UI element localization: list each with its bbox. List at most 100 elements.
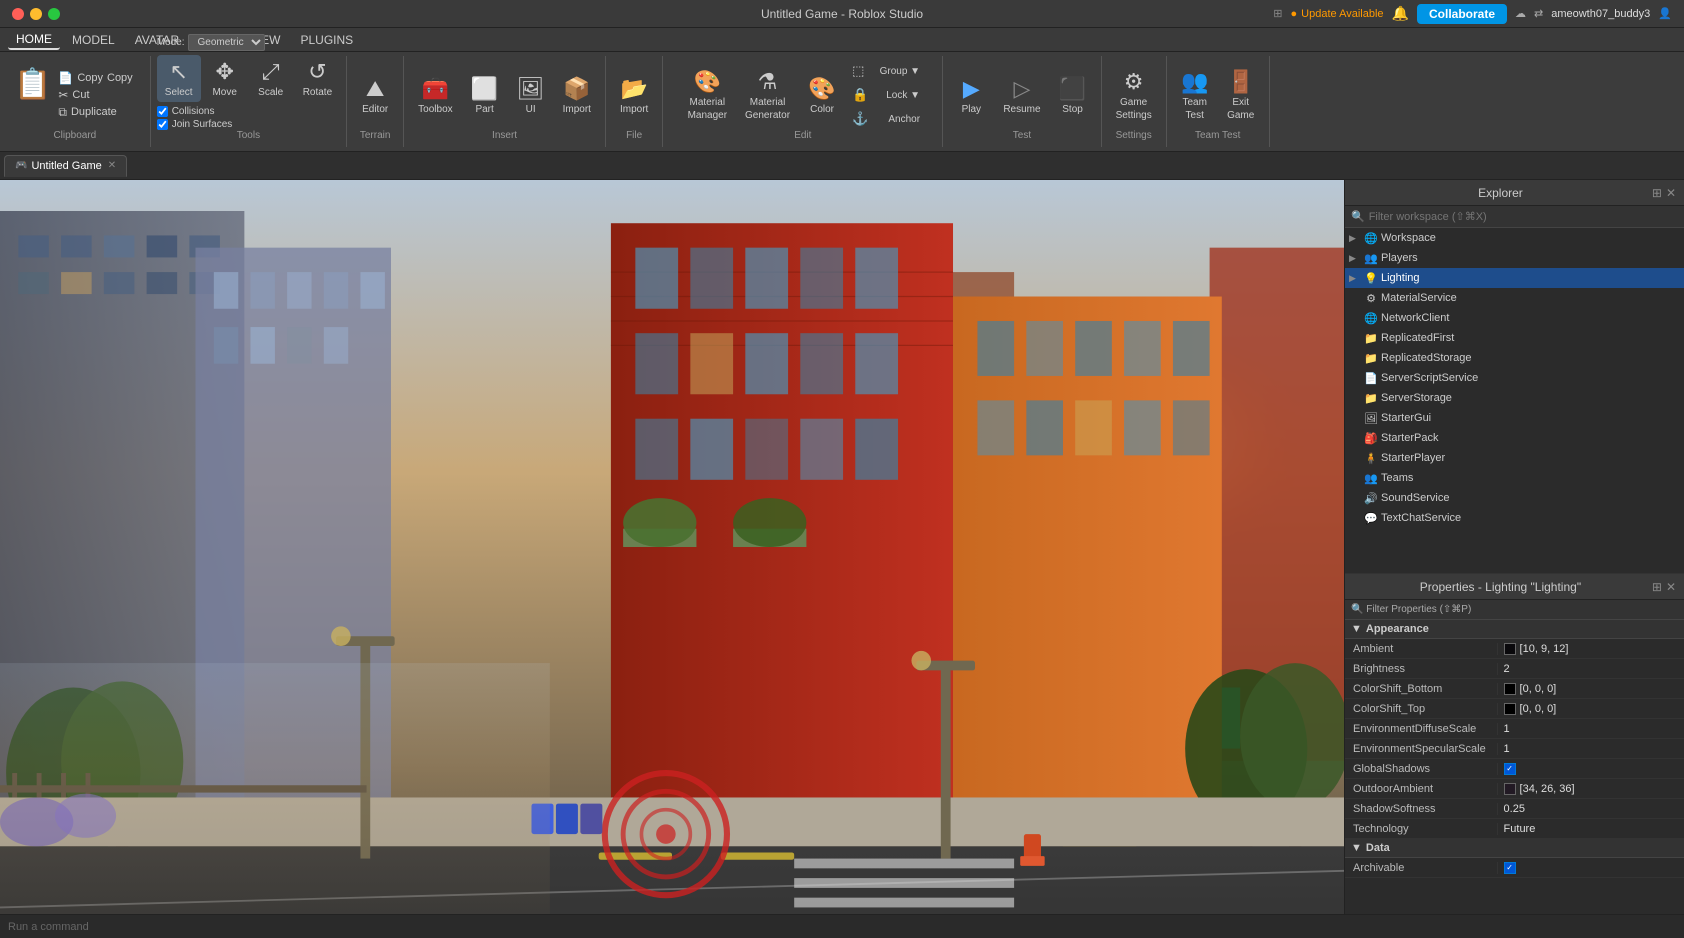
toolbox-button[interactable]: 🧰 Toolbox [410,72,460,119]
tab-untitled-game[interactable]: 🎮 Untitled Game ✕ [4,155,127,177]
exit-game-button[interactable]: 🚪 Exit Game [1219,65,1263,125]
tree-item-label: ReplicatedFirst [1381,332,1454,344]
team-test-button[interactable]: 👥 Team Test [1173,65,1217,125]
import3d-button[interactable]: 📦 Import [555,72,599,119]
window-title: Untitled Game - Roblox Studio [761,7,923,21]
part-button[interactable]: ⬜ Part [463,72,507,119]
viewport[interactable]: FUNDAMENTALS [0,180,1344,914]
prop-archivable: Archivable ✓ [1345,858,1684,878]
prop-env-diffuse: EnvironmentDiffuseScale 1 [1345,719,1684,739]
cloud-icon: ☁ [1515,7,1526,20]
anchor-button[interactable]: ⚓Anchor [846,109,926,129]
tree-item-replicatedfirst[interactable]: ▶ 📁 ReplicatedFirst [1345,328,1684,348]
join-surfaces-checkbox[interactable] [157,119,168,130]
color-button[interactable]: 🎨 Color [800,72,844,119]
explorer-filter-input[interactable] [1369,211,1678,223]
ambient-swatch[interactable] [1504,643,1516,655]
textchatservice-icon: 💬 [1363,510,1379,526]
tree-item-workspace[interactable]: ▶ 🌐 Workspace [1345,228,1684,248]
tree-item-label: StarterGui [1381,412,1431,424]
tree-item-textchatservice[interactable]: ▶ 💬 TextChatService [1345,508,1684,528]
global-shadows-checkbox[interactable]: ✓ [1504,763,1516,775]
material-generator-button[interactable]: ⚗ Material Generator [737,65,798,125]
copy-button[interactable]: 📄CopyCopy [55,70,135,86]
serverstorage-icon: 📁 [1363,390,1379,406]
maximize-button[interactable] [48,8,60,20]
colorshift-top-swatch[interactable] [1504,703,1516,715]
archivable-checkbox[interactable]: ✓ [1504,862,1516,874]
resume-button[interactable]: ▷ Resume [995,72,1048,119]
ui-button[interactable]: 🖼 UI [509,72,553,119]
tree-item-lighting[interactable]: ▶ 💡 Lighting [1345,268,1684,288]
explorer-expand-icon[interactable]: ⊞ [1652,186,1662,200]
tree-item-label: Lighting [1381,272,1420,284]
tree-item-starterplayer[interactable]: ▶ 🧍 StarterPlayer [1345,448,1684,468]
properties-filter[interactable]: 🔍 Filter Properties (⇧⌘P) [1345,600,1684,620]
user-avatar[interactable]: 👤 [1658,7,1672,20]
insert-section: 🧰 Toolbox ⬜ Part 🖼 UI 📦 Import Insert [404,56,606,147]
tools-label: Tools [237,130,260,143]
material-manager-button[interactable]: 🎨 Material Manager [680,65,735,125]
data-section[interactable]: ▼ Data [1345,839,1684,858]
tree-item-label: Players [1381,252,1418,264]
duplicate-button[interactable]: ⧉Duplicate [55,104,135,121]
select-tool-button[interactable]: ↖ Select [157,55,201,102]
mode-select[interactable]: Geometric [188,34,265,51]
edit-section: 🎨 Material Manager ⚗ Material Generator … [663,56,943,147]
tree-item-startergui[interactable]: ▶ 🖼 StarterGui [1345,408,1684,428]
rotate-tool-button[interactable]: ↺ Rotate [295,55,340,102]
terrain-editor-button[interactable]: ⛰ Editor [353,72,397,119]
clipboard-label: Clipboard [53,130,96,143]
minimize-button[interactable] [30,8,42,20]
tree-item-replicatedstorage[interactable]: ▶ 📁 ReplicatedStorage [1345,348,1684,368]
tree-item-serverstorage[interactable]: ▶ 📁 ServerStorage [1345,388,1684,408]
tree-item-soundservice[interactable]: ▶ 🔊 SoundService [1345,488,1684,508]
colorshift-bottom-swatch[interactable] [1504,683,1516,695]
tab-close-button[interactable]: ✕ [108,160,116,171]
move-tool-button[interactable]: ✥ Move [203,55,247,102]
game-settings-button[interactable]: ⚙ Game Settings [1108,65,1160,125]
explorer-filter[interactable]: 🔍 [1345,206,1684,228]
outdoor-ambient-swatch[interactable] [1504,783,1516,795]
tree-item-label: SoundService [1381,492,1450,504]
command-input[interactable]: Run a command [8,921,89,933]
tree-item-networkclient[interactable]: ▶ 🌐 NetworkClient [1345,308,1684,328]
prop-global-shadows: GlobalShadows ✓ [1345,759,1684,779]
update-available-badge[interactable]: ● ● Update Available Update Available [1291,8,1384,20]
menu-model[interactable]: MODEL [64,31,123,49]
menu-home[interactable]: HOME [8,30,60,50]
properties-close-icon[interactable]: ✕ [1666,580,1676,594]
tree-item-serverscriptservice[interactable]: ▶ 📄 ServerScriptService [1345,368,1684,388]
tree-item-players[interactable]: ▶ 👥 Players [1345,248,1684,268]
tree-item-materialservice[interactable]: ▶ ⚙ MaterialService [1345,288,1684,308]
prop-colorshift-top: ColorShift_Top [0, 0, 0] [1345,699,1684,719]
group-button[interactable]: ⬚Group ▼ [846,61,926,81]
lock-button[interactable]: 🔒Lock ▼ [846,85,926,105]
maximize-icon[interactable]: ⊞ [1273,7,1282,20]
import-button[interactable]: 📂 Import [612,72,656,119]
tree-item-teams[interactable]: ▶ 👥 Teams [1345,468,1684,488]
section-arrow: ▼ [1351,623,1362,635]
notification-icon[interactable]: 🔔 [1392,5,1409,22]
soundservice-icon: 🔊 [1363,490,1379,506]
collaborate-button[interactable]: Collaborate [1417,4,1507,24]
close-button[interactable] [12,8,24,20]
tree-item-label: Teams [1381,472,1413,484]
explorer-close-icon[interactable]: ✕ [1666,186,1676,200]
startergui-icon: 🖼 [1363,410,1379,426]
replicatedstorage-icon: 📁 [1363,350,1379,366]
cut-button[interactable]: ✂Cut [55,87,135,103]
tree-arrow: ▶ [1349,233,1361,244]
team-test-section: 👥 Team Test 🚪 Exit Game Team Test [1167,56,1270,147]
paste-button[interactable]: 📋 📄CopyCopy ✂Cut ⧉Duplicate [6,66,144,125]
appearance-section[interactable]: ▼ Appearance [1345,620,1684,639]
play-button[interactable]: ▶ Play [949,72,993,119]
explorer-panel: Explorer ⊞ ✕ 🔍 ▶ 🌐 Workspace ▶ 👥 [1345,180,1684,574]
stop-button[interactable]: ⬛ Stop [1051,72,1095,119]
team-test-label: Team Test [1195,130,1240,143]
file-label: File [626,130,642,143]
scale-tool-button[interactable]: ⤢ Scale [249,55,293,102]
properties-expand-icon[interactable]: ⊞ [1652,580,1662,594]
tree-item-starterpack[interactable]: ▶ 🎒 StarterPack [1345,428,1684,448]
collisions-checkbox[interactable] [157,106,168,117]
